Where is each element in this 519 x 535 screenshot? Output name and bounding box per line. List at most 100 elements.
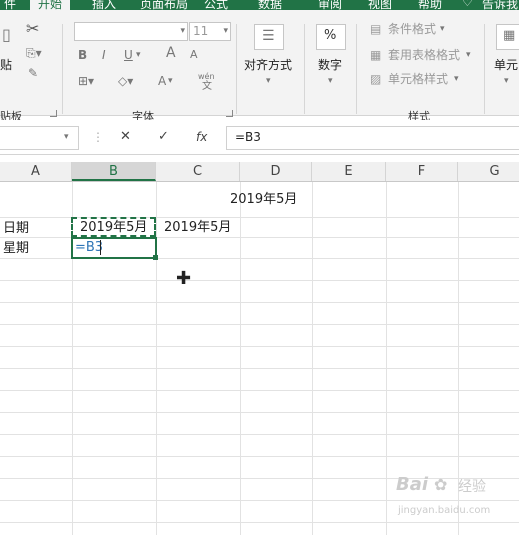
chevron-down-icon[interactable]: ▾ (454, 72, 459, 86)
cancel-formula-button[interactable]: ✕ (120, 130, 131, 144)
chevron-down-icon[interactable]: ▾ (504, 74, 509, 88)
tab-file[interactable]: 件 (4, 0, 16, 10)
font-color-button[interactable]: A (158, 74, 166, 88)
cells-label[interactable]: 单元 (494, 56, 518, 73)
format-painter-icon[interactable]: ✎ (28, 66, 38, 80)
tab-page-layout[interactable]: 页面布局 (140, 0, 188, 10)
text-cursor (100, 240, 101, 255)
gridline (386, 182, 387, 535)
cross-cursor-icon: ✚ (176, 268, 192, 289)
italic-button[interactable]: I (102, 48, 106, 62)
grow-font-button[interactable]: A (166, 46, 176, 60)
column-header-c[interactable]: C (156, 162, 240, 181)
font-launcher-icon[interactable] (226, 110, 233, 117)
cell-style-button[interactable]: 单元格样式 (388, 72, 448, 86)
cut-icon[interactable]: ✂ (26, 21, 39, 37)
cell-c3[interactable]: 2019年5月 (164, 219, 231, 237)
chevron-down-icon[interactable]: ▾ (64, 130, 69, 144)
column-header-g[interactable]: G (458, 162, 519, 181)
watermark-url: jingyan.baidu.com (398, 505, 491, 516)
column-header-f[interactable]: F (386, 162, 458, 181)
gridline (0, 456, 519, 457)
gridline (0, 368, 519, 369)
column-headers: A B C D E F G (0, 162, 519, 182)
cell-d1[interactable]: 2019年5月 (230, 191, 297, 209)
column-header-d[interactable]: D (240, 162, 312, 181)
table-format-icon[interactable]: ▦ (370, 48, 381, 62)
align-lines-icon: ☰ (262, 28, 275, 44)
tab-formulas[interactable]: 公式 (204, 0, 228, 10)
chevron-down-icon[interactable]: ▾ (266, 74, 271, 88)
alignment-label[interactable]: 对齐方式 (244, 56, 292, 73)
tab-insert[interactable]: 插入 (92, 0, 116, 10)
lightbulb-icon[interactable]: ♡ (462, 0, 473, 9)
paste-label[interactable]: 贴 (0, 56, 12, 73)
divider (304, 24, 305, 114)
font-name-combo[interactable]: ▾ (74, 22, 188, 41)
gridline (240, 182, 241, 535)
chevron-down-icon[interactable]: ▾ (328, 74, 333, 88)
insert-function-button[interactable]: fx (196, 130, 207, 144)
cell-style-icon[interactable]: ▨ (370, 72, 381, 86)
alignment-button[interactable]: ☰ (254, 24, 284, 50)
tab-data[interactable]: 数据 (258, 0, 282, 10)
font-size-value: 11 (193, 24, 209, 38)
fill-handle[interactable] (153, 255, 158, 260)
shrink-font-button[interactable]: A (190, 48, 198, 62)
number-label[interactable]: 数字 (318, 56, 342, 73)
tab-review[interactable]: 审阅 (318, 0, 342, 10)
cell-a4[interactable]: 星期 (3, 240, 29, 258)
chevron-down-icon[interactable]: ▾ (136, 48, 141, 62)
column-header-b[interactable]: B (72, 162, 156, 181)
chevron-down-icon[interactable]: ▾ (440, 22, 445, 36)
gridline (0, 390, 519, 391)
chevron-down-icon: ▾ (223, 26, 228, 36)
gridline (312, 182, 313, 535)
table-format-button[interactable]: 套用表格格式 (388, 48, 460, 62)
chevron-down-icon[interactable]: ▾ (168, 74, 173, 88)
cell-b3[interactable]: 2019年5月 (80, 219, 147, 237)
cells-button[interactable]: ▦ (496, 24, 519, 50)
formula-input[interactable]: =B3 (226, 126, 519, 150)
gridline (0, 346, 519, 347)
formula-text: =B3 (235, 130, 261, 144)
divider (484, 24, 485, 114)
copy-icon[interactable]: ⎘▾ (26, 46, 42, 60)
conditional-format-button[interactable]: 条件格式 (388, 22, 436, 36)
worksheet-grid[interactable]: 2019年5月 日期 星期 2019年5月 2019年5月 =B3 ✚ Bai … (0, 182, 519, 535)
enter-formula-button[interactable]: ✓ (158, 130, 169, 144)
font-size-combo[interactable]: 11 ▾ (189, 22, 231, 41)
phonetic-icon[interactable]: 文 (202, 80, 212, 94)
paste-icon[interactable]: ▯ (2, 27, 11, 43)
fill-color-icon[interactable]: ◇▾ (118, 74, 133, 88)
clipboard-launcher-icon[interactable] (50, 110, 57, 117)
cell-b4-editing[interactable]: =B3 (75, 239, 103, 257)
column-header-e[interactable]: E (312, 162, 386, 181)
ribbon: ▯ ✂ ⎘▾ 贴 ✎ 贴板 ▾ 11 ▾ B I U ▾ A A ⊞▾ ◇▾ A… (0, 10, 519, 123)
chevron-down-icon: ▾ (180, 26, 185, 36)
watermark-suffix: 经验 (458, 479, 486, 495)
gridline (0, 522, 519, 523)
number-format-button[interactable]: % (316, 24, 346, 50)
paw-logo-icon: ✿ (434, 475, 448, 494)
border-icon[interactable]: ⊞▾ (78, 74, 94, 88)
gridline (0, 434, 519, 435)
tab-home[interactable]: 开始 (30, 0, 71, 10)
bold-button[interactable]: B (78, 48, 87, 62)
divider (62, 24, 63, 114)
insert-cells-icon: ▦ (503, 28, 516, 43)
grip-icon: ⋮ (92, 130, 104, 144)
conditional-format-icon[interactable]: ▤ (370, 22, 381, 36)
tab-tell-me[interactable]: 告诉我 (482, 0, 518, 10)
divider (236, 24, 237, 114)
tab-help[interactable]: 帮助 (418, 0, 442, 10)
column-header-a[interactable]: A (0, 162, 72, 181)
tab-view[interactable]: 视图 (368, 0, 392, 10)
watermark-brand: Bai (396, 474, 429, 495)
underline-button[interactable]: U (124, 48, 133, 62)
cell-a3[interactable]: 日期 (3, 220, 29, 238)
chevron-down-icon[interactable]: ▾ (466, 48, 471, 62)
gridline (156, 182, 157, 535)
name-box[interactable]: ▾ (0, 126, 79, 150)
gridline (0, 280, 519, 281)
